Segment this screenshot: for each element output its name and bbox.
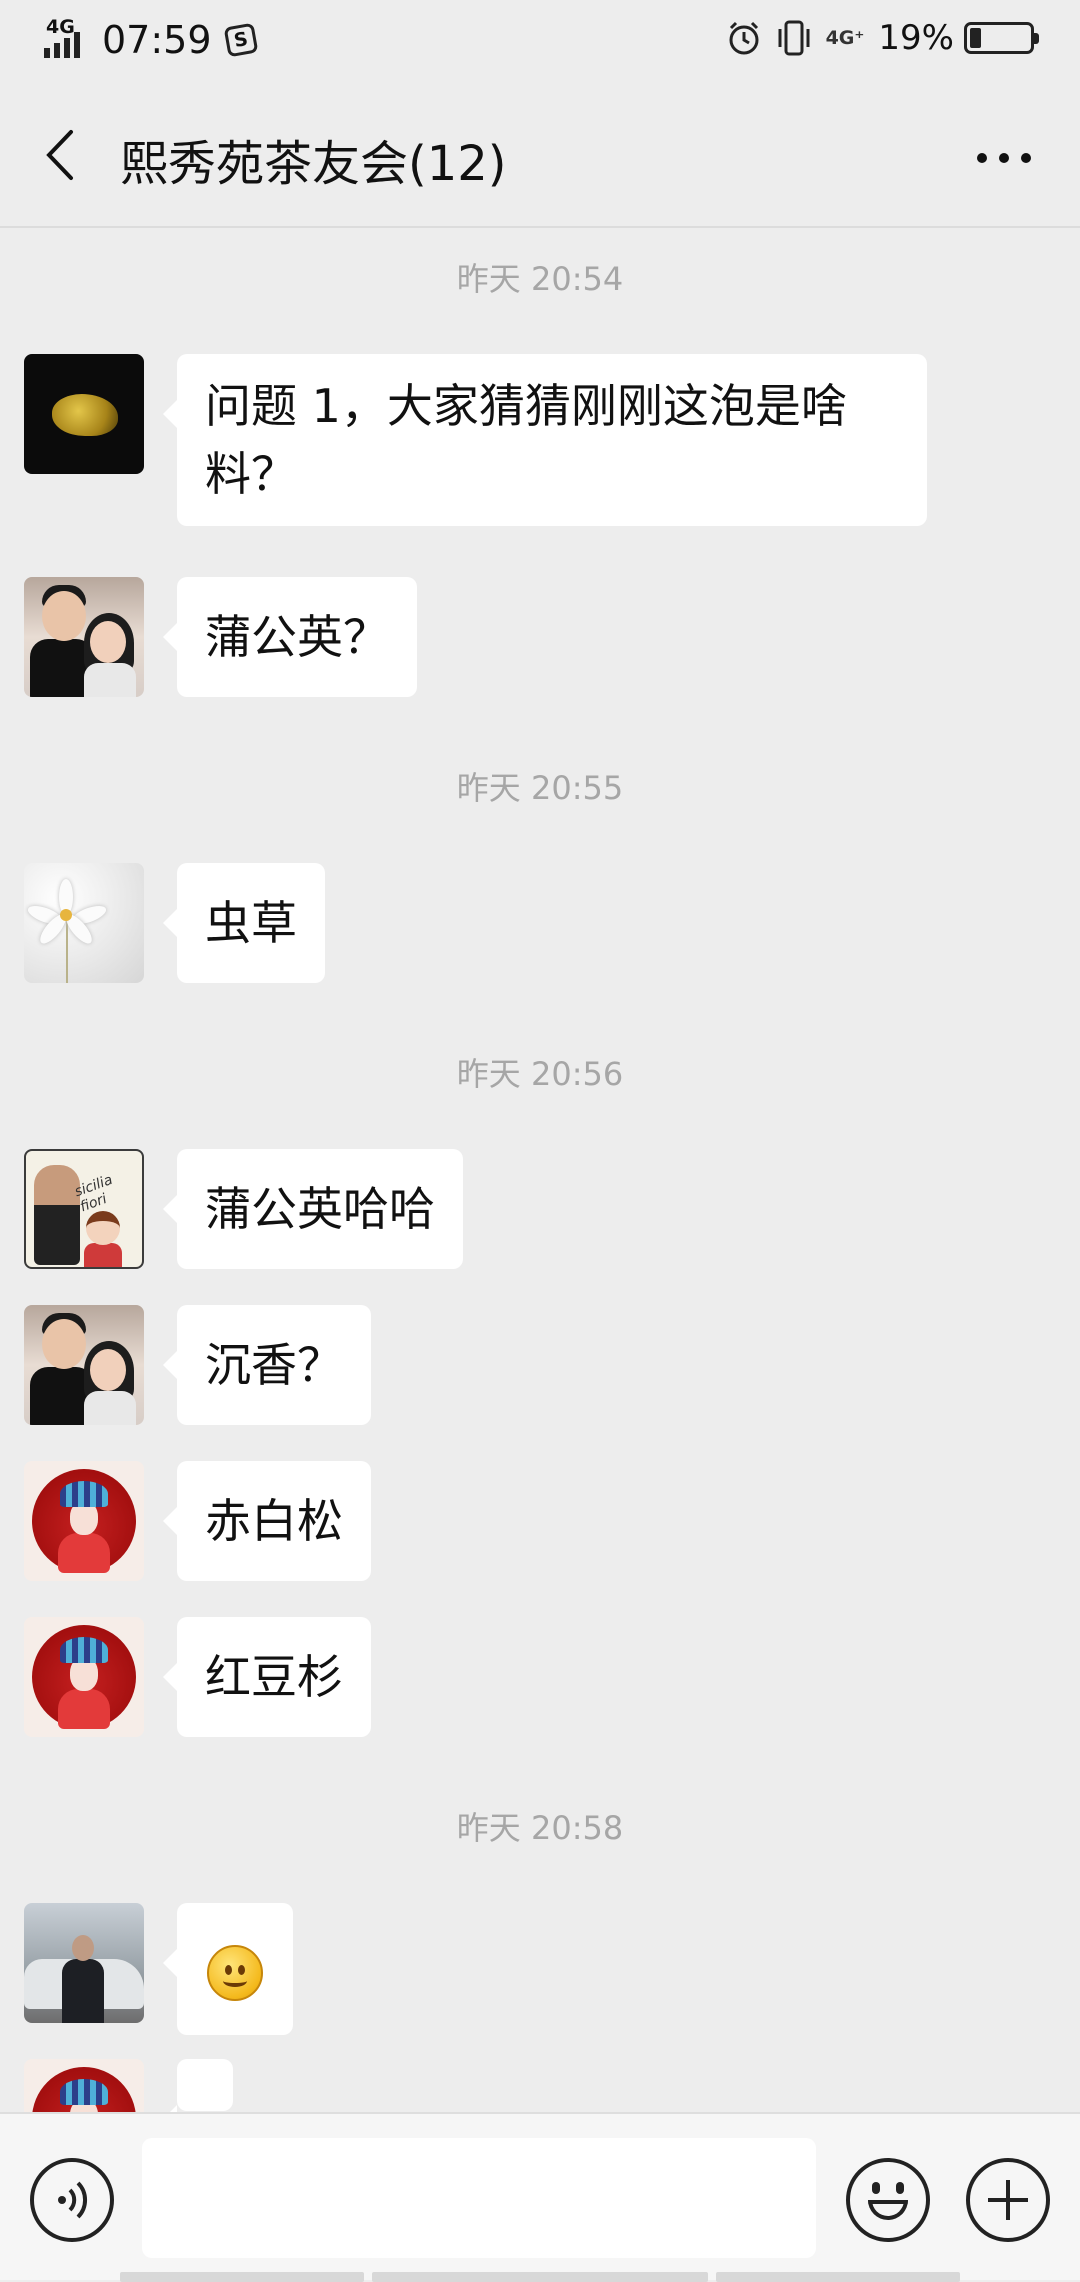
status-time: 07:59 — [102, 18, 212, 62]
message-bubble[interactable]: 虫草 — [163, 863, 325, 983]
voice-icon — [58, 2181, 88, 2219]
more-button[interactable] — [968, 128, 1040, 188]
avatar[interactable] — [24, 863, 144, 983]
message-text: 红豆杉 — [205, 1650, 343, 1704]
message-text: 虫草 — [205, 896, 297, 950]
message-bubble[interactable] — [163, 1903, 293, 2035]
message-bubble[interactable]: 蒲公英？ — [163, 577, 417, 697]
chat-title: 熙秀苑茶友会(12) — [120, 136, 507, 192]
message-row: 沉香？ — [0, 1305, 1080, 1425]
message-row: 红豆杉 — [0, 1617, 1080, 1737]
avatar-caption: sicilia fiori — [72, 1171, 115, 1216]
status-bar: 4G 07:59 S 4G⁺ 19% — [0, 0, 1080, 84]
message-row: 赤白松 — [0, 1461, 1080, 1581]
network-label: 4G — [46, 16, 75, 38]
smile-emoji-icon — [207, 1944, 263, 2001]
message-row: 问题 1，大家猜猜刚刚这泡是啥 料？ — [0, 354, 1080, 544]
avatar[interactable] — [24, 1305, 144, 1425]
avatar[interactable] — [24, 354, 144, 474]
back-button[interactable] — [28, 120, 92, 190]
emoji-button[interactable] — [846, 2158, 930, 2242]
message-bubble[interactable]: 红豆杉 — [163, 1617, 371, 1737]
battery-icon — [964, 22, 1039, 54]
message-text: 沉香？ — [205, 1338, 343, 1392]
battery-fill — [970, 28, 981, 48]
nav-hint — [372, 2272, 708, 2282]
battery-percent: 19% — [878, 18, 954, 58]
timestamp: 昨天 20:55 — [456, 769, 624, 807]
message-bubble[interactable]: 沉香？ — [163, 1305, 371, 1425]
s-badge-icon: S — [223, 22, 258, 58]
message-bubble[interactable]: 问题 1，大家猜猜刚刚这泡是啥 料？ — [163, 354, 927, 526]
message-text-line: 问题 1，大家猜猜刚刚这泡是啥 — [205, 379, 847, 433]
message-text: 蒲公英？ — [205, 610, 389, 664]
avatar[interactable]: sicilia fiori — [24, 1149, 144, 1269]
status-left: 4G 07:59 S — [44, 16, 258, 62]
message-row: 虫草 — [0, 863, 1080, 983]
message-row: sicilia fiori 蒲公英哈哈 — [0, 1149, 1080, 1269]
more-dots-icon — [977, 153, 1031, 163]
avatar[interactable] — [24, 1903, 144, 2023]
avatar[interactable] — [24, 1461, 144, 1581]
network-right-label: 4G⁺ — [825, 27, 865, 49]
avatar[interactable] — [24, 1617, 144, 1737]
voice-button[interactable] — [30, 2158, 114, 2242]
message-bubble[interactable] — [163, 2059, 233, 2112]
avatar[interactable] — [24, 577, 144, 697]
message-row — [0, 2059, 1080, 2112]
chat-history[interactable]: 昨天 20:54 问题 1，大家猜猜刚刚这泡是啥 料？ 蒲公英？ 昨天 20:5… — [0, 230, 1080, 2112]
timestamp: 昨天 20:58 — [456, 1809, 624, 1847]
timestamp: 昨天 20:56 — [456, 1055, 624, 1093]
nav-hint — [120, 2272, 364, 2282]
plus-button[interactable] — [966, 2158, 1050, 2242]
chevron-left-icon — [46, 130, 73, 180]
message-input[interactable] — [142, 2138, 816, 2258]
message-row — [0, 1903, 1080, 2035]
timestamp: 昨天 20:54 — [456, 260, 624, 298]
message-bubble[interactable]: 蒲公英哈哈 — [163, 1149, 463, 1269]
nav-hint — [716, 2272, 960, 2282]
status-right: 4G⁺ 19% — [726, 18, 1039, 58]
avatar[interactable] — [24, 2059, 144, 2112]
message-row: 蒲公英？ — [0, 577, 1080, 697]
alarm-icon — [729, 21, 759, 55]
message-text-line: 料？ — [205, 447, 297, 501]
chat-header: 熙秀苑茶友会(12) — [0, 84, 1080, 228]
input-bar — [0, 2112, 1080, 2282]
vibrate-icon — [778, 20, 810, 56]
signal-icon: 4G — [44, 16, 94, 62]
message-bubble[interactable]: 赤白松 — [163, 1461, 371, 1581]
message-text: 赤白松 — [205, 1494, 343, 1548]
message-text: 蒲公英哈哈 — [205, 1182, 435, 1236]
